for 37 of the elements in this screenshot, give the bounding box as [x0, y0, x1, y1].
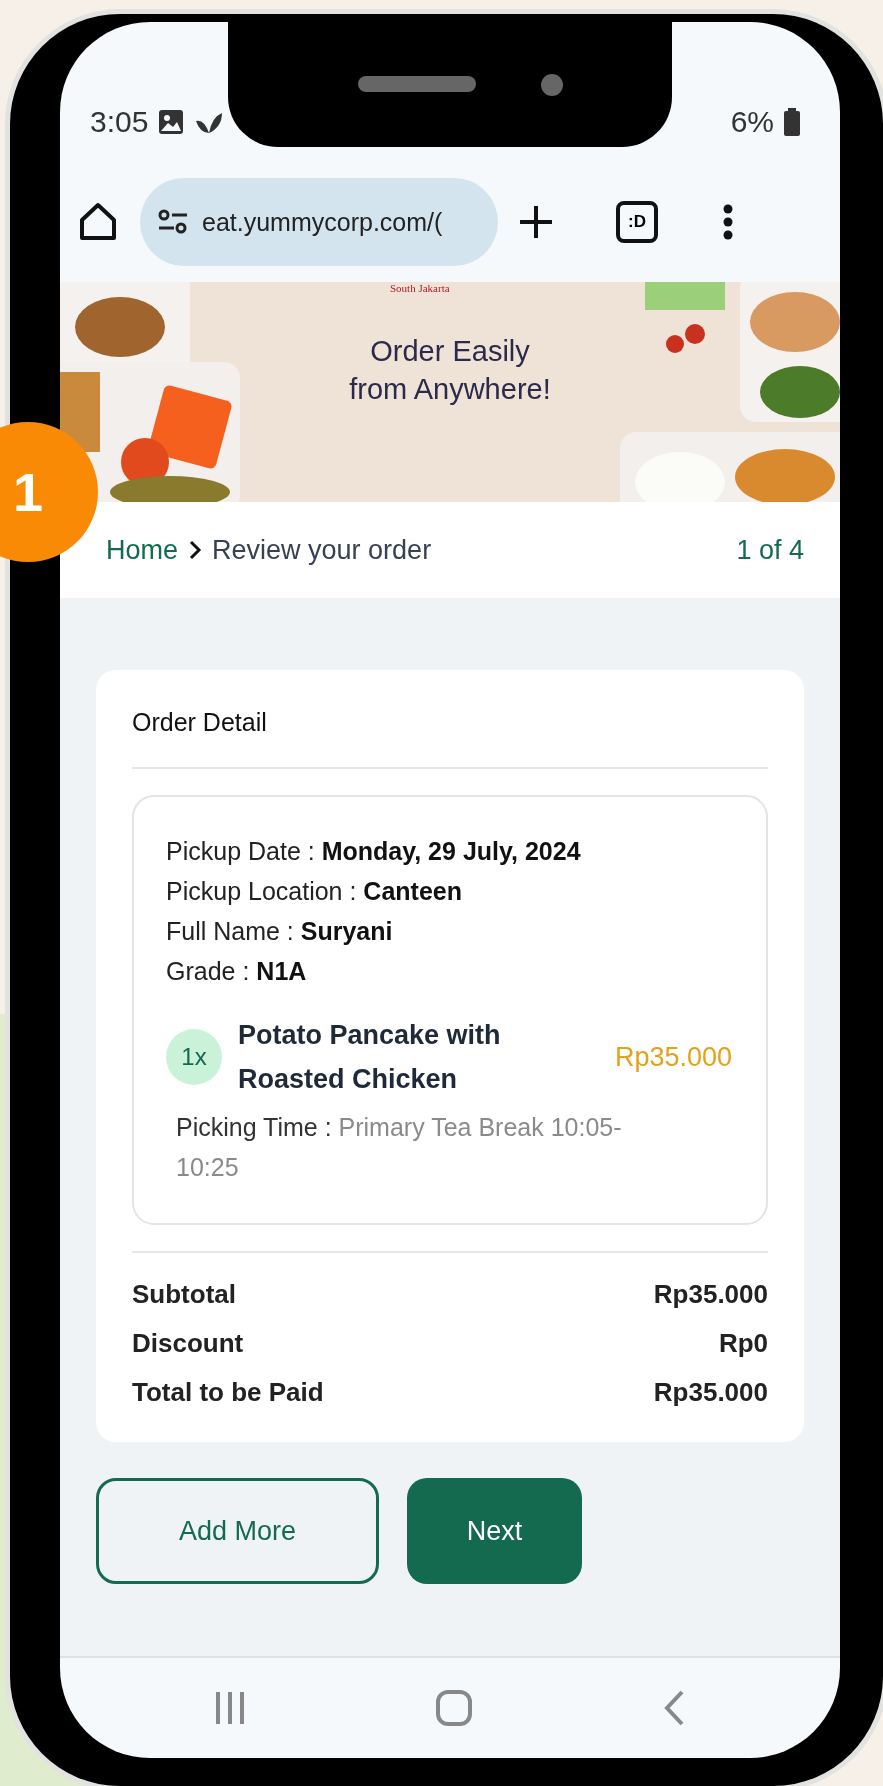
url-text: eat.yummycorp.com/(	[202, 207, 443, 237]
item-name: Potato Pancake with Roasted Chicken	[238, 1019, 502, 1096]
total-value: Rp0	[718, 1328, 768, 1359]
total-label: Discount	[132, 1328, 244, 1359]
total-value: Rp35.000	[653, 1279, 768, 1310]
banner-headline: Order Easily	[369, 334, 531, 369]
total-label: Subtotal	[132, 1279, 236, 1310]
gallery-icon	[158, 109, 185, 135]
home-button-icon[interactable]	[435, 1689, 473, 1727]
add-more-button[interactable]: Add More	[96, 1478, 379, 1584]
menu-icon[interactable]	[722, 204, 734, 240]
total-label: Total to be Paid	[132, 1377, 324, 1408]
card-title: Order Detail	[132, 708, 768, 769]
recent-apps-icon[interactable]	[214, 1690, 247, 1726]
next-button[interactable]: Next	[407, 1478, 582, 1584]
total-value: Rp35.000	[653, 1377, 768, 1408]
detail-line: Full Name : Suryani	[166, 916, 394, 947]
tune-icon	[158, 209, 188, 235]
picking-time: Picking Time : Primary Tea Break 10:05-10:25	[176, 1112, 623, 1183]
chevron-right-icon	[188, 539, 203, 561]
quantity-badge: 1x	[166, 1029, 222, 1085]
status-time: 3:05	[90, 105, 149, 139]
camera-lens	[541, 74, 563, 96]
plus-icon[interactable]	[518, 204, 554, 240]
battery-level: 6%	[730, 105, 774, 139]
breadcrumb-current: Review your order	[212, 534, 432, 566]
tab-switcher-button[interactable]: :D	[616, 201, 658, 243]
battery-icon	[784, 108, 800, 136]
brand-name: South Jakarta	[390, 282, 450, 294]
breadcrumb-link[interactable]: Home	[106, 534, 179, 566]
detail-line: Pickup Location : Canteen	[166, 876, 463, 907]
detail-line: Grade : N1A	[166, 956, 308, 987]
banner-headline: from Anywhere!	[348, 372, 552, 407]
address-bar[interactable]: eat.yummycorp.com/(	[140, 178, 498, 266]
detail-line: Pickup Date : Monday, 29 July, 2024	[166, 836, 582, 867]
item-price: Rp35.000	[614, 1041, 732, 1074]
step-counter: 1 of 4	[736, 534, 804, 566]
